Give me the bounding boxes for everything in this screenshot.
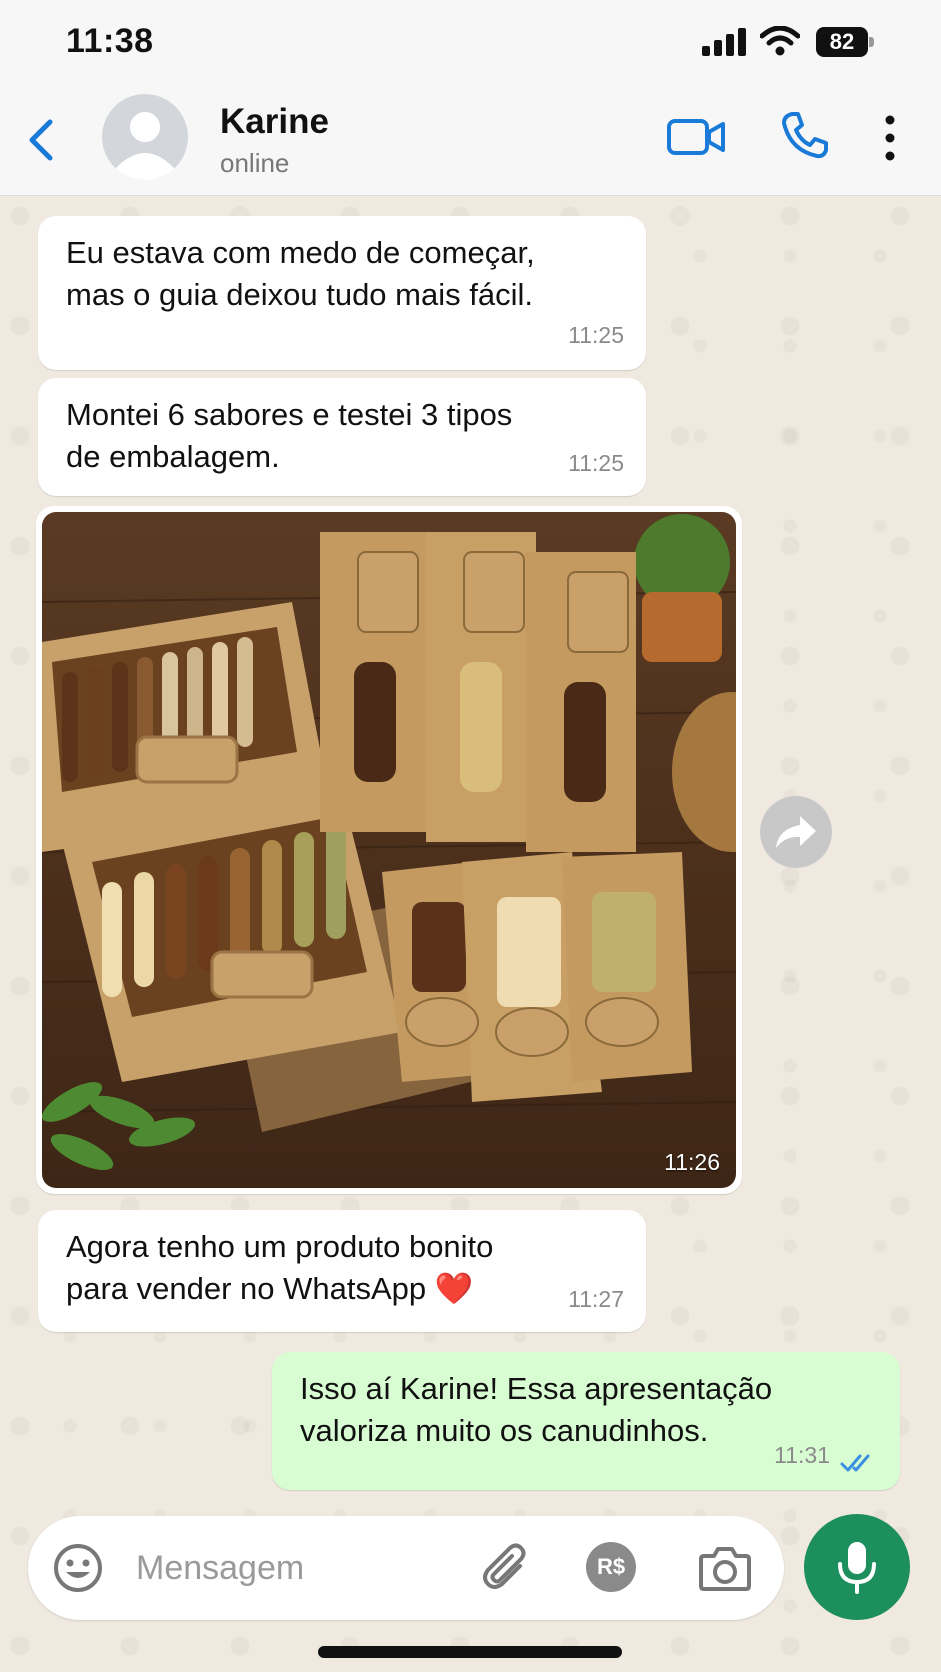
home-indicator[interactable]	[318, 1646, 622, 1658]
message-bubble-incoming[interactable]: Eu estava com medo de começar, mas o gui…	[38, 216, 646, 370]
emoji-icon[interactable]	[52, 1542, 104, 1594]
message-bubble-incoming[interactable]: Montei 6 sabores e testei 3 tipos de emb…	[38, 378, 646, 496]
microphone-icon	[838, 1542, 876, 1594]
message-input[interactable]	[136, 1544, 476, 1592]
avatar-icon	[116, 112, 174, 180]
battery-icon: 82	[816, 27, 874, 57]
video-call-icon[interactable]	[666, 114, 726, 160]
message-text: Isso aí Karine! Essa apresentação valori…	[300, 1371, 773, 1448]
message-bubble-incoming[interactable]: Agora tenho um produto bonito para vende…	[38, 1210, 646, 1332]
product-photo[interactable]	[42, 512, 736, 1188]
message-composer: R$	[28, 1516, 784, 1620]
back-chevron-icon[interactable]	[22, 114, 62, 166]
voice-record-button[interactable]	[804, 1514, 910, 1620]
forward-icon	[776, 816, 816, 848]
wifi-icon	[760, 26, 800, 56]
message-text: Montei 6 sabores e testei 3 tipos de emb…	[66, 397, 513, 474]
phone-icon[interactable]	[780, 110, 828, 160]
status-time: 11:38	[66, 22, 154, 60]
read-ticks-icon	[840, 1454, 870, 1472]
avatar[interactable]	[102, 94, 188, 180]
camera-icon[interactable]	[698, 1542, 752, 1592]
message-time: 11:31	[774, 1442, 830, 1468]
chat-header: Karine online	[0, 84, 941, 196]
message-time: 11:25	[568, 450, 624, 476]
status-bar: 11:38 82	[0, 0, 941, 84]
message-time: 11:26	[664, 1149, 720, 1175]
image-message[interactable]: 11:26	[36, 506, 742, 1194]
message-text: Eu estava com medo de começar, mas o gui…	[66, 235, 535, 312]
contact-name[interactable]: Karine	[220, 102, 329, 142]
signal-icon	[702, 28, 746, 56]
message-time: 11:25	[568, 322, 624, 348]
contact-status: online	[220, 148, 290, 178]
more-options-icon[interactable]	[882, 112, 898, 164]
payment-icon[interactable]: R$	[586, 1542, 636, 1592]
message-time: 11:27	[568, 1286, 624, 1312]
battery-level: 82	[816, 27, 868, 57]
message-bubble-outgoing[interactable]: Isso aí Karine! Essa apresentação valori…	[272, 1352, 900, 1490]
message-text: Agora tenho um produto bonito para vende…	[66, 1229, 494, 1306]
forward-button[interactable]	[760, 796, 832, 868]
attach-clip-icon[interactable]	[478, 1538, 534, 1594]
